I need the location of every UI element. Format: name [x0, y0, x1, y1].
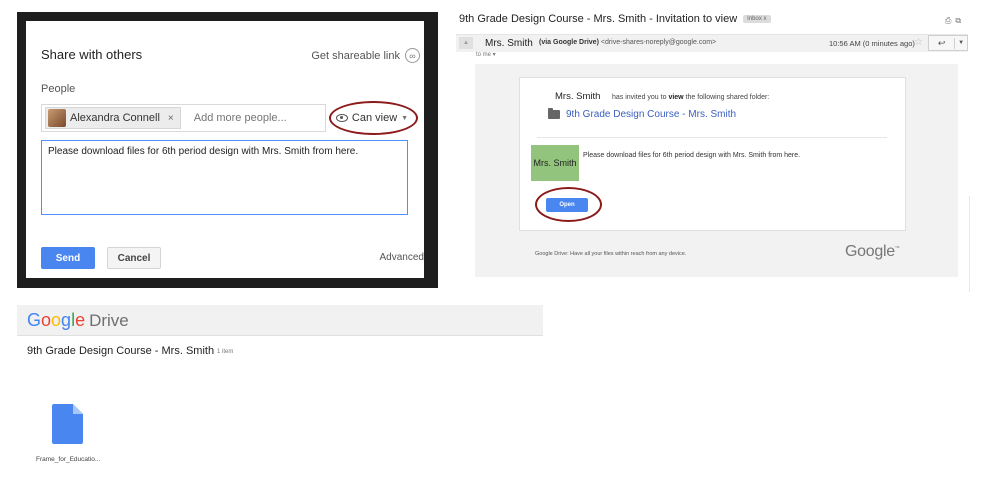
people-label: People: [41, 83, 76, 95]
message-avatar: Mrs. Smith: [531, 145, 579, 181]
remove-person-icon[interactable]: ×: [168, 113, 174, 124]
file-name[interactable]: Frame_for_Educatio...: [36, 456, 100, 463]
star-icon[interactable]: ☆: [914, 37, 923, 48]
sender-via: (via Google Drive): [539, 39, 599, 46]
google-drive-logo[interactable]: Google Drive: [27, 310, 129, 331]
divider: [537, 137, 887, 138]
person-chip-name: Alexandra Connell: [70, 112, 160, 124]
inbox-badge[interactable]: Inbox x: [743, 15, 771, 23]
recipient-text: to me: [476, 52, 492, 58]
shared-folder-link[interactable]: 9th Grade Design Course - Mrs. Smith: [566, 109, 736, 120]
invite-text-post: the following shared folder:: [683, 94, 770, 101]
people-input-box[interactable]: Alexandra Connell ×: [41, 104, 326, 132]
google-wordmark: Google: [27, 310, 86, 330]
file-icon[interactable]: [52, 404, 83, 444]
sender-name[interactable]: Mrs. Smith: [485, 38, 533, 49]
drive-header-bar: Google Drive: [17, 305, 543, 336]
get-shareable-link-button[interactable]: Get shareable link ∞: [311, 48, 420, 63]
print-icon[interactable]: ⎙: [945, 16, 951, 26]
drive-wordmark: Drive: [89, 311, 129, 330]
email-time: 10:56 AM (0 minutes ago): [829, 39, 915, 48]
recipient-line[interactable]: to me ▾: [476, 51, 496, 58]
email-subject-text: 9th Grade Design Course - Mrs. Smith - I…: [459, 13, 738, 25]
sender-details: (via Google Drive) <drive-shares-noreply…: [539, 39, 716, 46]
shareable-link-label: Get shareable link: [311, 49, 400, 62]
divider: [969, 196, 970, 292]
email-footer-text: Google Drive: Have all your files within…: [535, 251, 687, 257]
google-logo: Google™: [845, 243, 900, 260]
share-dialog-frame: Share with others Get shareable link ∞ P…: [17, 12, 438, 288]
person-chip: Alexandra Connell ×: [45, 107, 181, 129]
reply-button[interactable]: ↩ ▼: [928, 35, 968, 51]
email-top-icons: ⎙ ⧉: [945, 16, 961, 26]
email-subject: 9th Grade Design Course - Mrs. Smith - I…: [459, 13, 771, 25]
invite-text-pre: has invited you to: [612, 94, 669, 101]
sender-avatar: ▲: [459, 37, 473, 49]
invite-sender-name: Mrs. Smith: [555, 91, 601, 102]
highlight-circle: [329, 101, 418, 135]
invite-text-bold: view: [668, 94, 684, 101]
avatar: [48, 109, 66, 127]
new-window-icon[interactable]: ⧉: [955, 16, 961, 26]
highlight-circle: [535, 187, 602, 222]
email-message: Please download files for 6th period des…: [583, 152, 801, 159]
share-dialog: Share with others Get shareable link ∞ P…: [26, 21, 424, 278]
invite-text: has invited you to view the following sh…: [612, 94, 769, 101]
send-button[interactable]: Send: [41, 247, 95, 269]
drive-folder-title: 9th Grade Design Course - Mrs. Smith: [27, 345, 215, 357]
add-people-input[interactable]: [193, 112, 304, 124]
sender-email: <drive-shares-noreply@google.com>: [600, 39, 717, 46]
message-textarea[interactable]: Please download files for 6th period des…: [41, 140, 408, 215]
reply-icon[interactable]: ↩: [929, 37, 956, 49]
drive-item-count: 1 item: [217, 349, 234, 355]
share-dialog-title: Share with others: [41, 47, 143, 62]
folder-icon: [548, 108, 560, 119]
cancel-button[interactable]: Cancel: [107, 247, 161, 269]
more-options-icon[interactable]: ▼: [955, 40, 967, 46]
link-icon: ∞: [405, 48, 420, 63]
google-logo-text: Google: [845, 243, 895, 260]
advanced-link[interactable]: Advanced: [380, 252, 424, 263]
